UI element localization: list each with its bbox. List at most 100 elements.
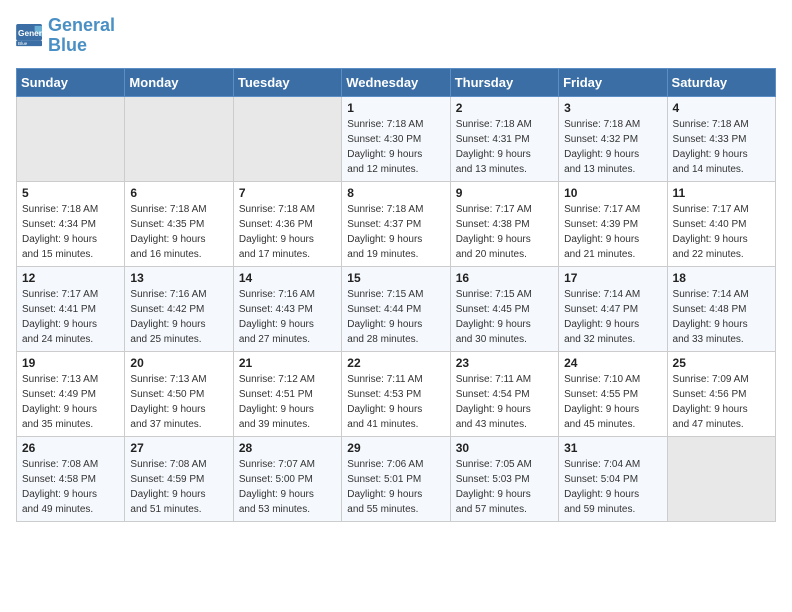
calendar-cell: 28 Sunrise: 7:07 AM Sunset: 5:00 PM Dayli…	[233, 436, 341, 521]
calendar-cell	[125, 96, 233, 181]
day-info: Sunrise: 7:08 AM Sunset: 4:59 PM Dayligh…	[130, 457, 227, 517]
calendar-cell: 25Sunrise: 7:09 AM Sunset: 4:56 PM Dayli…	[667, 351, 775, 436]
day-number: 30	[456, 441, 553, 455]
calendar-cell: 5 Sunrise: 7:18 AM Sunset: 4:34 PM Daylig…	[17, 181, 125, 266]
day-info: Sunrise: 7:10 AM Sunset: 4:55 PM Dayligh…	[564, 372, 661, 432]
svg-text:Blue: Blue	[18, 41, 28, 46]
calendar-week-row: 26 Sunrise: 7:08 AM Sunset: 4:58 PM Dayli…	[17, 436, 776, 521]
day-info: Sunrise: 7:07 AM Sunset: 5:00 PM Dayligh…	[239, 457, 336, 517]
day-info: Sunrise: 7:18 AM Sunset: 4:35 PM Dayligh…	[130, 202, 227, 262]
svg-text:General: General	[18, 28, 44, 38]
calendar-cell: 29 Sunrise: 7:06 AM Sunset: 5:01 PM Dayli…	[342, 436, 450, 521]
calendar-cell: 1 Sunrise: 7:18 AM Sunset: 4:30 PM Daylig…	[342, 96, 450, 181]
calendar-cell: 22Sunrise: 7:11 AM Sunset: 4:53 PM Dayli…	[342, 351, 450, 436]
day-info: Sunrise: 7:11 AM Sunset: 4:54 PM Dayligh…	[456, 372, 553, 432]
calendar-cell: 16 Sunrise: 7:15 AM Sunset: 4:45 PM Dayli…	[450, 266, 558, 351]
day-number: 29	[347, 441, 444, 455]
calendar-cell	[667, 436, 775, 521]
calendar-cell: 23 Sunrise: 7:11 AM Sunset: 4:54 PM Dayli…	[450, 351, 558, 436]
calendar-cell	[233, 96, 341, 181]
day-number: 16	[456, 271, 553, 285]
day-info: Sunrise: 7:17 AM Sunset: 4:41 PM Dayligh…	[22, 287, 119, 347]
weekday-header: Thursday	[450, 68, 558, 96]
day-number: 13	[130, 271, 227, 285]
day-info: Sunrise: 7:15 AM Sunset: 4:44 PM Dayligh…	[347, 287, 444, 347]
day-info: Sunrise: 7:04 AM Sunset: 5:04 PM Dayligh…	[564, 457, 661, 517]
calendar-cell: 7 Sunrise: 7:18 AM Sunset: 4:36 PM Daylig…	[233, 181, 341, 266]
calendar-cell: 8Sunrise: 7:18 AM Sunset: 4:37 PM Daylig…	[342, 181, 450, 266]
day-number: 8	[347, 186, 444, 200]
logo-icon: General Blue	[16, 24, 44, 48]
day-info: Sunrise: 7:06 AM Sunset: 5:01 PM Dayligh…	[347, 457, 444, 517]
weekday-header: Sunday	[17, 68, 125, 96]
day-info: Sunrise: 7:14 AM Sunset: 4:48 PM Dayligh…	[673, 287, 770, 347]
weekday-header: Tuesday	[233, 68, 341, 96]
calendar-cell: 13 Sunrise: 7:16 AM Sunset: 4:42 PM Dayli…	[125, 266, 233, 351]
day-info: Sunrise: 7:17 AM Sunset: 4:38 PM Dayligh…	[456, 202, 553, 262]
day-number: 15	[347, 271, 444, 285]
day-number: 7	[239, 186, 336, 200]
calendar-cell: 20 Sunrise: 7:13 AM Sunset: 4:50 PM Dayli…	[125, 351, 233, 436]
calendar-cell: 26 Sunrise: 7:08 AM Sunset: 4:58 PM Dayli…	[17, 436, 125, 521]
calendar-cell: 24 Sunrise: 7:10 AM Sunset: 4:55 PM Dayli…	[559, 351, 667, 436]
day-info: Sunrise: 7:05 AM Sunset: 5:03 PM Dayligh…	[456, 457, 553, 517]
day-number: 31	[564, 441, 661, 455]
day-number: 3	[564, 101, 661, 115]
day-info: Sunrise: 7:14 AM Sunset: 4:47 PM Dayligh…	[564, 287, 661, 347]
day-info: Sunrise: 7:18 AM Sunset: 4:34 PM Dayligh…	[22, 202, 119, 262]
day-number: 5	[22, 186, 119, 200]
logo: General Blue General Blue	[16, 16, 115, 56]
day-number: 17	[564, 271, 661, 285]
day-number: 26	[22, 441, 119, 455]
page-header: General Blue General Blue	[16, 16, 776, 56]
day-info: Sunrise: 7:08 AM Sunset: 4:58 PM Dayligh…	[22, 457, 119, 517]
calendar-cell: 31 Sunrise: 7:04 AM Sunset: 5:04 PM Dayli…	[559, 436, 667, 521]
day-number: 10	[564, 186, 661, 200]
calendar-cell: 19 Sunrise: 7:13 AM Sunset: 4:49 PM Dayli…	[17, 351, 125, 436]
day-number: 11	[673, 186, 770, 200]
day-number: 27	[130, 441, 227, 455]
calendar-week-row: 19 Sunrise: 7:13 AM Sunset: 4:49 PM Dayli…	[17, 351, 776, 436]
day-number: 24	[564, 356, 661, 370]
calendar-cell: 14Sunrise: 7:16 AM Sunset: 4:43 PM Dayli…	[233, 266, 341, 351]
calendar-cell: 6 Sunrise: 7:18 AM Sunset: 4:35 PM Daylig…	[125, 181, 233, 266]
day-info: Sunrise: 7:13 AM Sunset: 4:50 PM Dayligh…	[130, 372, 227, 432]
day-info: Sunrise: 7:18 AM Sunset: 4:32 PM Dayligh…	[564, 117, 661, 177]
day-number: 22	[347, 356, 444, 370]
day-number: 25	[673, 356, 770, 370]
day-number: 12	[22, 271, 119, 285]
weekday-header: Monday	[125, 68, 233, 96]
day-number: 23	[456, 356, 553, 370]
calendar-cell: 27 Sunrise: 7:08 AM Sunset: 4:59 PM Dayli…	[125, 436, 233, 521]
day-info: Sunrise: 7:18 AM Sunset: 4:33 PM Dayligh…	[673, 117, 770, 177]
day-number: 18	[673, 271, 770, 285]
calendar-cell: 15 Sunrise: 7:15 AM Sunset: 4:44 PM Dayli…	[342, 266, 450, 351]
day-number: 28	[239, 441, 336, 455]
day-number: 21	[239, 356, 336, 370]
calendar-cell: 18 Sunrise: 7:14 AM Sunset: 4:48 PM Dayli…	[667, 266, 775, 351]
weekday-header: Wednesday	[342, 68, 450, 96]
calendar-cell	[17, 96, 125, 181]
day-number: 20	[130, 356, 227, 370]
day-info: Sunrise: 7:17 AM Sunset: 4:40 PM Dayligh…	[673, 202, 770, 262]
day-info: Sunrise: 7:16 AM Sunset: 4:42 PM Dayligh…	[130, 287, 227, 347]
calendar-cell: 3 Sunrise: 7:18 AM Sunset: 4:32 PM Daylig…	[559, 96, 667, 181]
day-info: Sunrise: 7:13 AM Sunset: 4:49 PM Dayligh…	[22, 372, 119, 432]
day-info: Sunrise: 7:12 AM Sunset: 4:51 PM Dayligh…	[239, 372, 336, 432]
calendar-cell: 12 Sunrise: 7:17 AM Sunset: 4:41 PM Dayli…	[17, 266, 125, 351]
calendar-table: SundayMondayTuesdayWednesdayThursdayFrid…	[16, 68, 776, 522]
day-number: 6	[130, 186, 227, 200]
day-number: 1	[347, 101, 444, 115]
day-number: 4	[673, 101, 770, 115]
day-number: 19	[22, 356, 119, 370]
weekday-header-row: SundayMondayTuesdayWednesdayThursdayFrid…	[17, 68, 776, 96]
calendar-header: SundayMondayTuesdayWednesdayThursdayFrid…	[17, 68, 776, 96]
day-info: Sunrise: 7:18 AM Sunset: 4:36 PM Dayligh…	[239, 202, 336, 262]
day-info: Sunrise: 7:18 AM Sunset: 4:31 PM Dayligh…	[456, 117, 553, 177]
day-number: 2	[456, 101, 553, 115]
calendar-cell: 11 Sunrise: 7:17 AM Sunset: 4:40 PM Dayli…	[667, 181, 775, 266]
day-number: 9	[456, 186, 553, 200]
day-info: Sunrise: 7:15 AM Sunset: 4:45 PM Dayligh…	[456, 287, 553, 347]
day-info: Sunrise: 7:18 AM Sunset: 4:30 PM Dayligh…	[347, 117, 444, 177]
calendar-body: 1 Sunrise: 7:18 AM Sunset: 4:30 PM Daylig…	[17, 96, 776, 521]
